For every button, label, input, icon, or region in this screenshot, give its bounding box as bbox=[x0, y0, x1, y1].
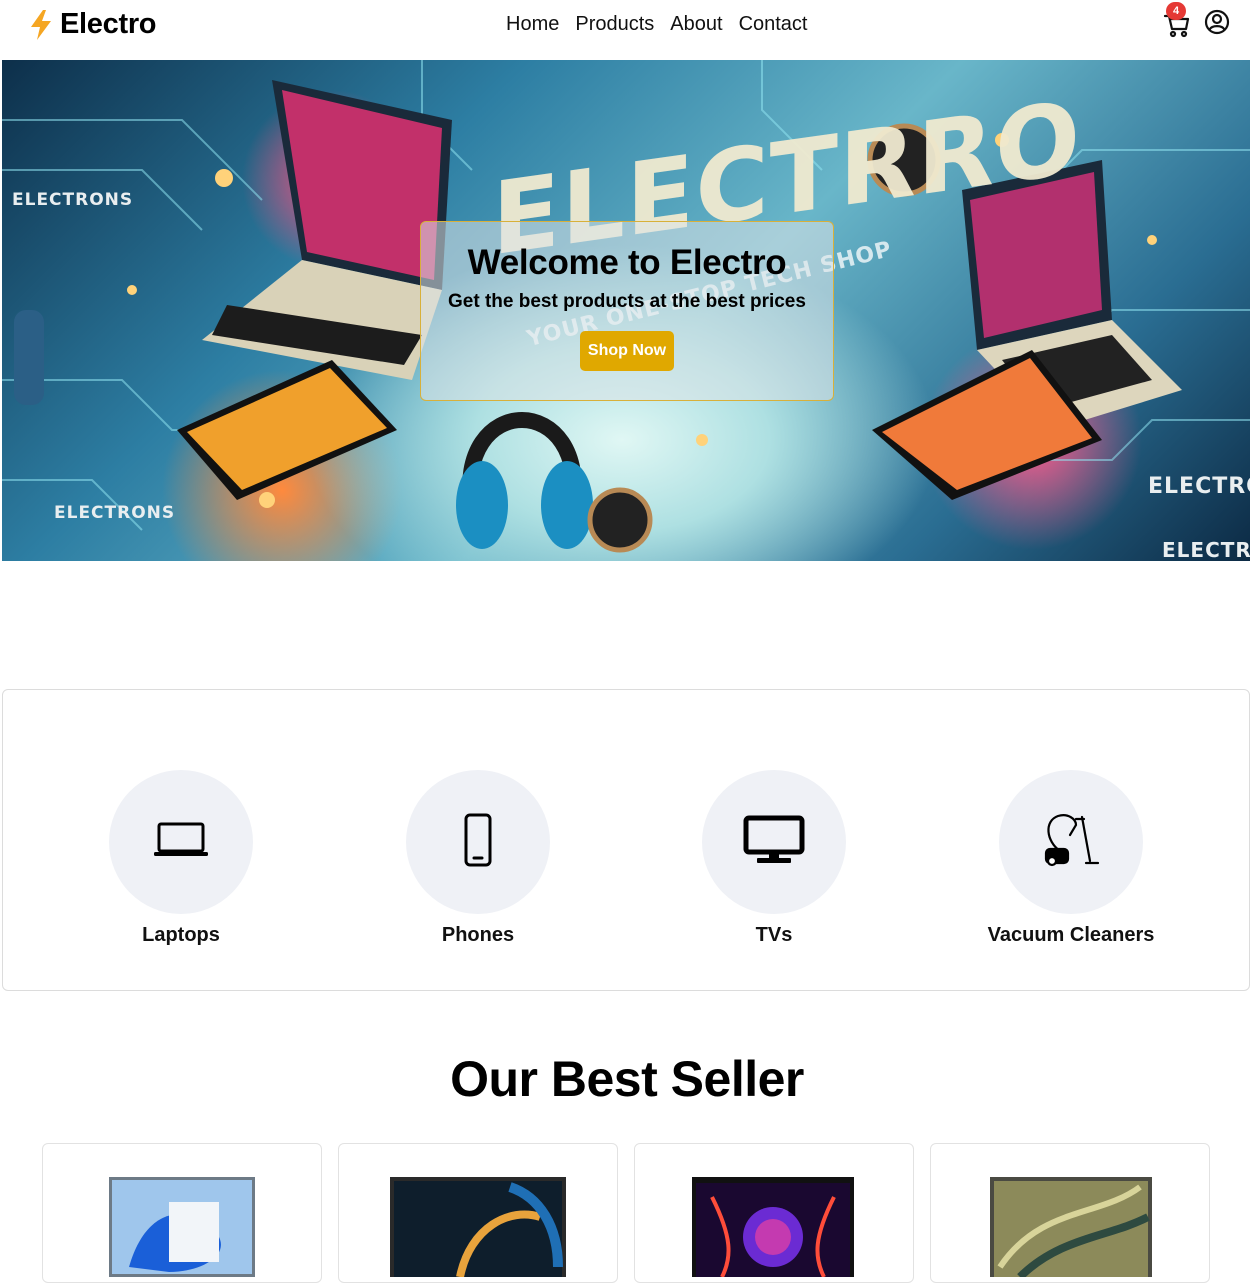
category-label: Laptops bbox=[142, 924, 220, 946]
laptop-icon bbox=[153, 822, 209, 863]
brand-logo[interactable]: Electro bbox=[28, 8, 157, 41]
nav-link-about[interactable]: About bbox=[670, 13, 722, 36]
category-label: Vacuum Cleaners bbox=[987, 924, 1155, 946]
category-circle bbox=[406, 770, 550, 914]
category-circle bbox=[109, 770, 253, 914]
category-vacuum-cleaners[interactable]: Vacuum Cleaners bbox=[961, 770, 1181, 947]
hero-subtitle: Get the best products at the best prices bbox=[448, 291, 806, 312]
tv-icon bbox=[743, 815, 805, 870]
category-circle bbox=[999, 770, 1143, 914]
category-circle bbox=[702, 770, 846, 914]
cart-count-badge: 4 bbox=[1166, 2, 1186, 20]
hero-image-text-electrons-2: ELECTRONS bbox=[54, 503, 176, 523]
best-seller-title: Our Best Seller bbox=[450, 1051, 804, 1107]
user-circle-icon[interactable] bbox=[1204, 9, 1230, 35]
vacuum-icon bbox=[1042, 811, 1100, 874]
hero-card: Welcome to Electro Get the best products… bbox=[420, 221, 834, 401]
category-tvs[interactable]: TVs bbox=[664, 770, 884, 947]
shop-now-button[interactable]: Shop Now bbox=[579, 331, 675, 371]
category-laptops[interactable]: Laptops bbox=[71, 770, 291, 947]
laptop-windows-image bbox=[109, 1177, 255, 1277]
phone-icon bbox=[464, 813, 492, 872]
laptop-graphic-left bbox=[202, 80, 452, 380]
product-card-2[interactable] bbox=[338, 1143, 618, 1283]
category-phones[interactable]: Phones bbox=[368, 770, 588, 947]
product-card-4[interactable] bbox=[930, 1143, 1210, 1283]
nav-link-contact[interactable]: Contact bbox=[739, 13, 808, 36]
product-card-3[interactable] bbox=[634, 1143, 914, 1283]
hero-banner: ELECTRONS ELECTRONS ELECTRO ELECTRO ELEC… bbox=[2, 60, 1250, 561]
main-nav: Home Products About Contact bbox=[506, 13, 808, 36]
hero-image-text-electro-2: ELECTRO bbox=[1162, 538, 1250, 561]
lightning-bolt-icon bbox=[28, 9, 54, 41]
category-label: TVs bbox=[755, 924, 793, 946]
gaming-laptop-image bbox=[692, 1177, 854, 1277]
categories-section: Laptops Phones TVs Vacuum Cleaners bbox=[2, 689, 1250, 991]
hero-image-text-electrons-1: ELECTRONS bbox=[12, 190, 134, 210]
navbar: Electro Home Products About Contact 4 bbox=[0, 0, 1254, 60]
nav-link-products[interactable]: Products bbox=[575, 13, 654, 36]
brand-name: Electro bbox=[60, 8, 157, 40]
hero-title: Welcome to Electro bbox=[467, 243, 787, 282]
laptop-dark-image bbox=[390, 1177, 566, 1277]
nav-link-home[interactable]: Home bbox=[506, 13, 559, 36]
hero-image-text-electro-1: ELECTRO bbox=[1148, 474, 1250, 499]
headphones-graphic bbox=[456, 412, 593, 549]
product-card-1[interactable] bbox=[42, 1143, 322, 1283]
category-label: Phones bbox=[441, 924, 515, 946]
laptop-gold-image bbox=[990, 1177, 1152, 1277]
